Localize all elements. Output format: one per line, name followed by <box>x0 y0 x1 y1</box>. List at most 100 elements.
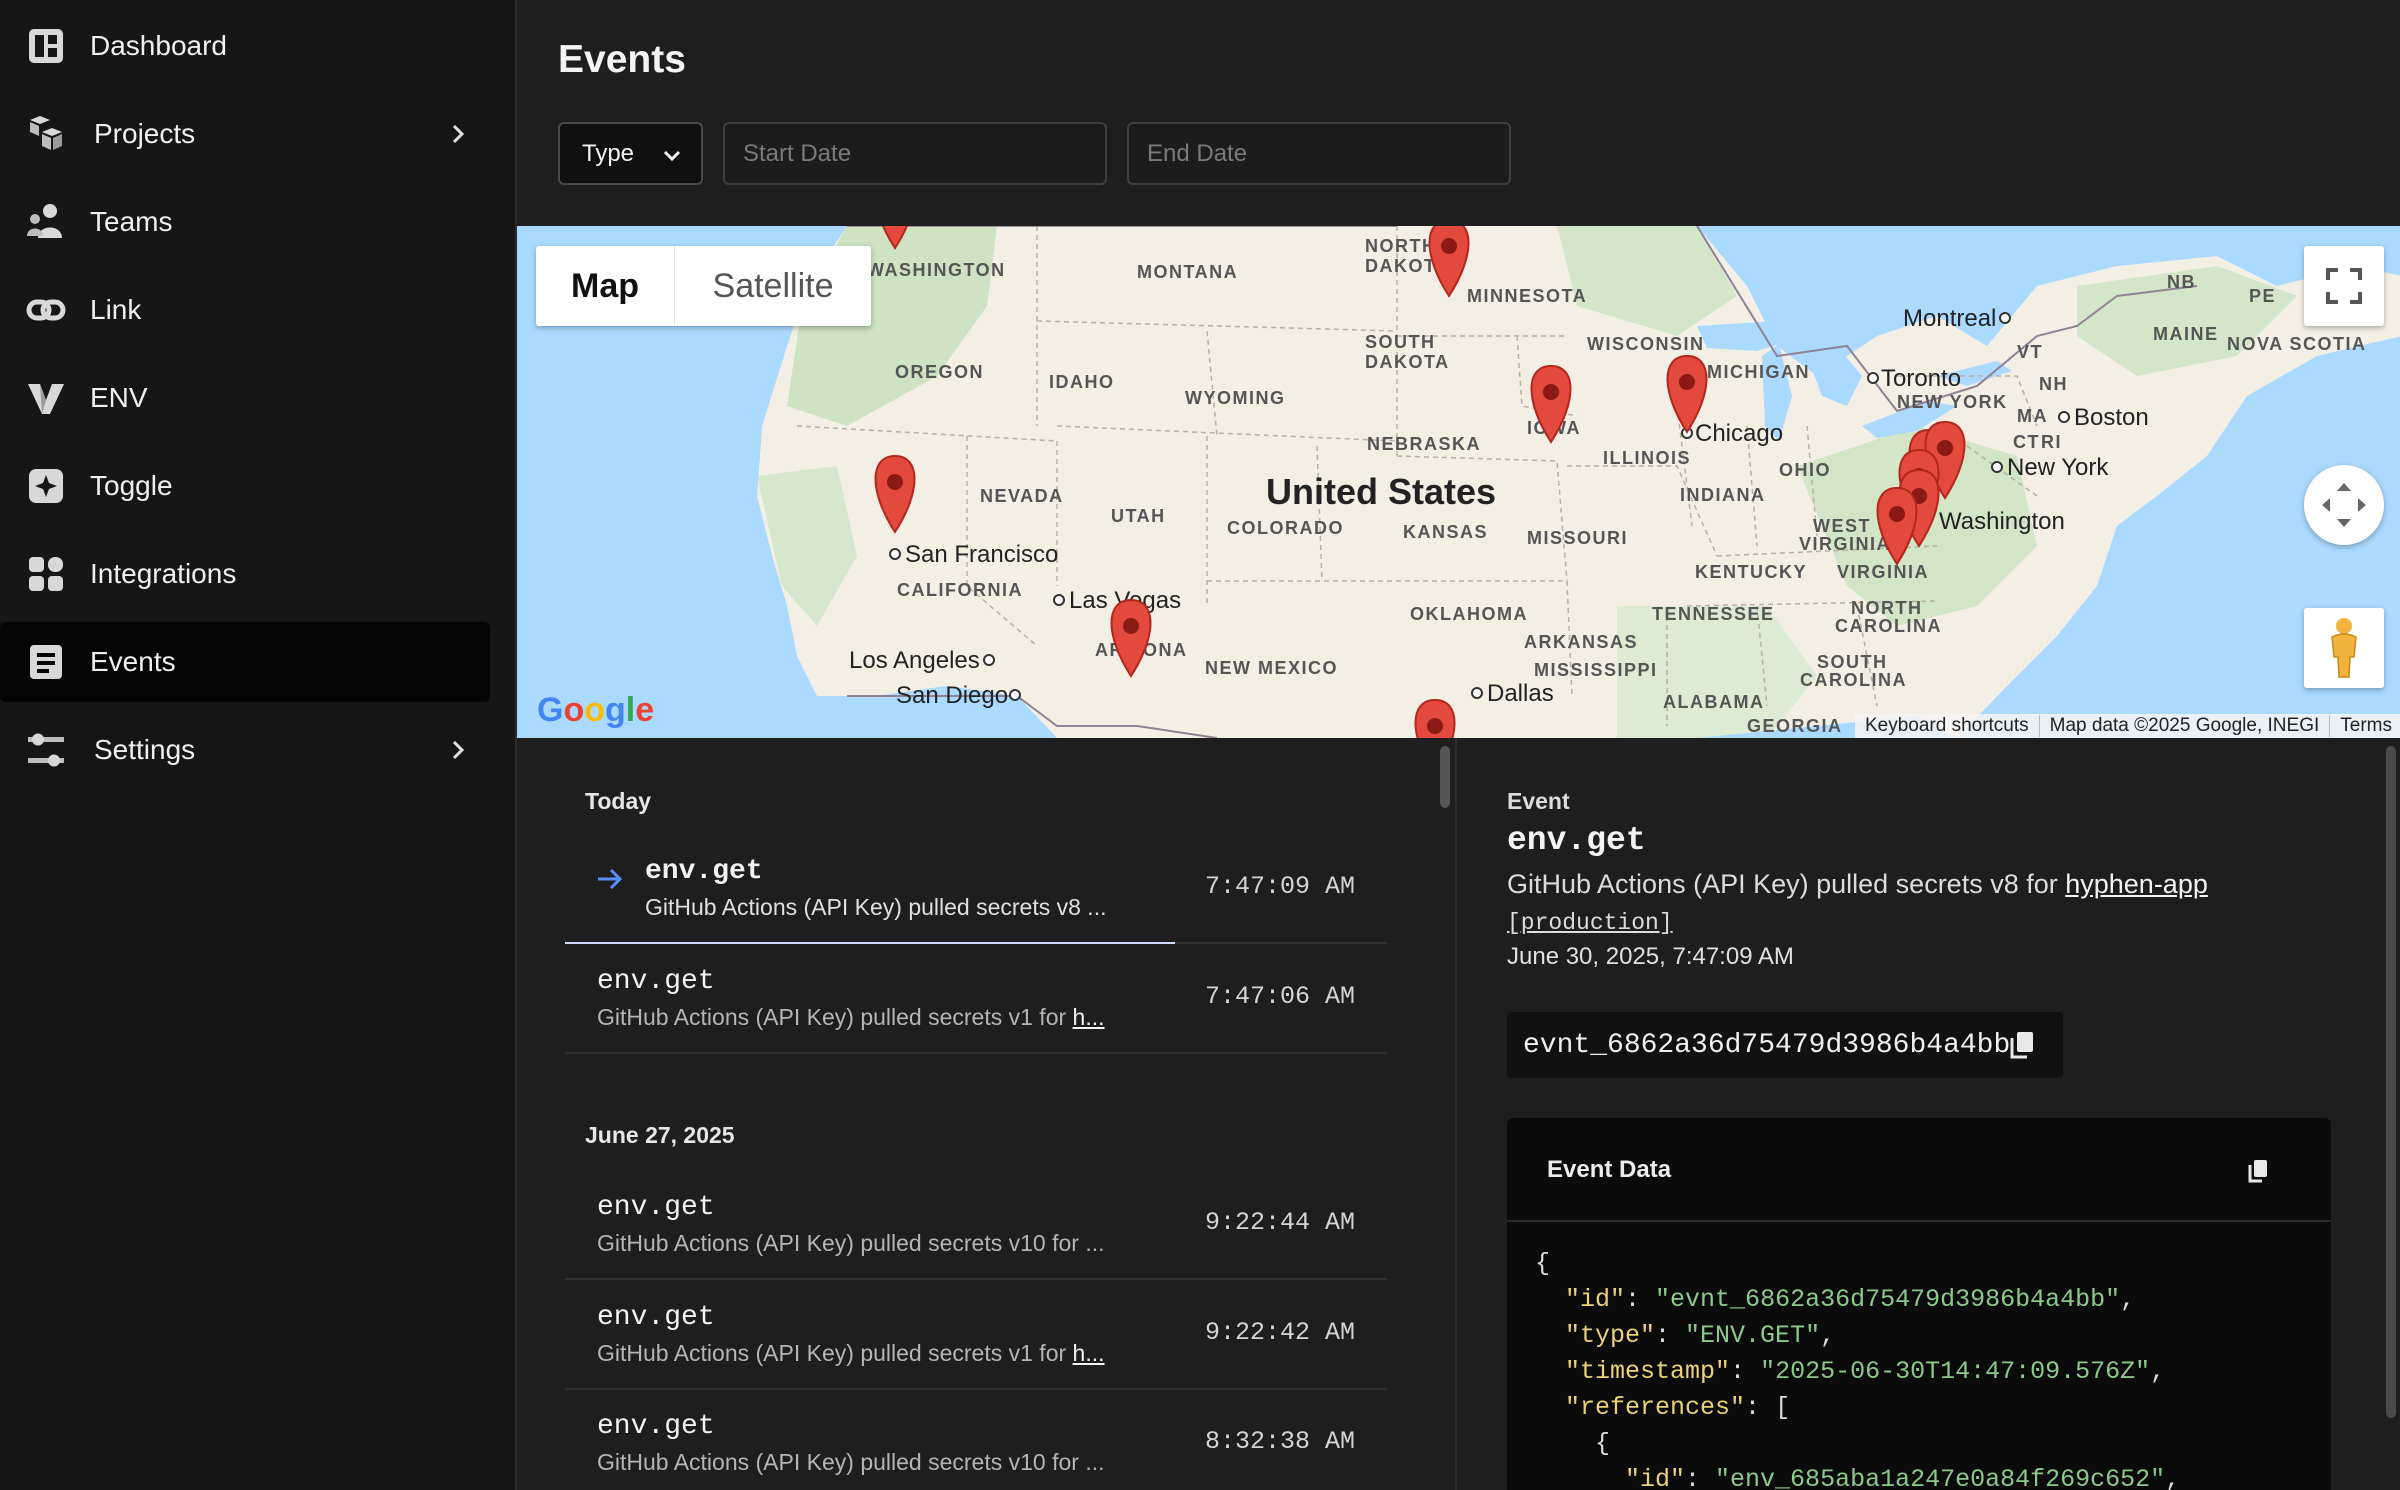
event-description: GitHub Actions (API Key) pulled secrets … <box>597 1230 1105 1256</box>
event-description: GitHub Actions (API Key) pulled secrets … <box>597 1340 1105 1366</box>
fullscreen-button[interactable] <box>2304 246 2384 326</box>
link-icon <box>26 290 66 330</box>
event-row[interactable]: env.get GitHub Actions (API Key) pulled … <box>565 1172 1387 1280</box>
pegman-icon <box>2331 618 2357 678</box>
event-name: env.get <box>597 1411 715 1442</box>
event-row[interactable]: env.get GitHub Actions (API Key) pulled … <box>565 946 1387 1054</box>
svg-text:MISSISSIPPI: MISSISSIPPI <box>1534 660 1658 680</box>
end-date-input[interactable]: End Date <box>1127 122 1511 185</box>
svg-text:IDAHO: IDAHO <box>1049 372 1115 392</box>
sidebar-item-dashboard[interactable]: Dashboard <box>0 6 490 86</box>
fullscreen-icon <box>2326 268 2362 304</box>
start-date-placeholder: Start Date <box>743 139 852 167</box>
copy-icon[interactable] <box>2247 1158 2269 1184</box>
svg-text:OHIO: OHIO <box>1779 460 1831 480</box>
event-data-title: Event Data <box>1547 1156 1672 1183</box>
sidebar-item-projects[interactable]: Projects <box>0 94 490 174</box>
svg-text:NEW MEXICO: NEW MEXICO <box>1205 658 1338 678</box>
detail-event-name: env.get <box>1507 822 1646 859</box>
svg-text:ARKANSAS: ARKANSAS <box>1524 632 1638 652</box>
event-row[interactable]: env.get GitHub Actions (API Key) pulled … <box>565 1282 1387 1390</box>
svg-text:PE: PE <box>2249 286 2276 306</box>
svg-text:NORTH: NORTH <box>1365 236 1437 256</box>
sidebar-item-label: Toggle <box>90 470 173 501</box>
svg-text:INDIANA: INDIANA <box>1680 485 1766 505</box>
svg-text:COLORADO: COLORADO <box>1227 518 1344 538</box>
svg-text:San Francisco: San Francisco <box>905 541 1058 568</box>
type-filter-select[interactable]: Type <box>558 122 703 185</box>
sidebar-item-link[interactable]: Link <box>0 270 490 350</box>
copy-icon[interactable] <box>2009 1030 2035 1060</box>
svg-text:CT: CT <box>2013 432 2040 452</box>
map-attribution: Map data ©2025 Google, INEGI <box>2038 715 2330 737</box>
projects-icon <box>26 114 66 154</box>
map-view-button[interactable]: Map <box>536 246 675 326</box>
event-row-selected[interactable]: env.get GitHub Actions (API Key) pulled … <box>565 836 1387 944</box>
sidebar-item-toggle[interactable]: Toggle <box>0 446 490 526</box>
svg-text:New York: New York <box>2007 454 2109 481</box>
teams-icon <box>26 202 66 242</box>
map-footer: Keyboard shortcuts Map data ©2025 Google… <box>1854 714 2400 738</box>
event-time: 9:22:44 AM <box>1204 1208 1355 1237</box>
sidebar-item-settings[interactable]: Settings <box>0 710 490 790</box>
svg-text:MONTANA: MONTANA <box>1137 262 1238 282</box>
svg-text:NEVADA: NEVADA <box>980 486 1064 506</box>
event-data-header: Event Data <box>1507 1118 2331 1222</box>
event-name: env.get <box>597 1302 715 1333</box>
date-group-label: Today <box>585 788 652 814</box>
sidebar: Dashboard Projects Teams Link ENV Toggle <box>0 0 515 1490</box>
sidebar-item-env[interactable]: ENV <box>0 358 490 438</box>
app-link[interactable]: hyphen-app <box>2065 869 2208 899</box>
street-view-pegman-button[interactable] <box>2304 608 2384 688</box>
start-date-input[interactable]: Start Date <box>723 122 1107 185</box>
events-map[interactable]: WASHINGTON MONTANA NORTH DAKOTA MINNESOT… <box>517 226 2400 738</box>
event-row[interactable]: env.get GitHub Actions (API Key) pulled … <box>565 1391 1387 1490</box>
pan-arrows-icon <box>2322 483 2366 527</box>
event-time: 9:22:42 AM <box>1204 1318 1355 1347</box>
app-link[interactable]: h... <box>1073 1004 1105 1030</box>
sidebar-item-label: Link <box>90 294 142 325</box>
sidebar-item-label: Teams <box>90 206 173 237</box>
env-icon <box>26 378 66 418</box>
svg-text:NEBRASKA: NEBRASKA <box>1367 434 1481 454</box>
svg-text:NH: NH <box>2039 374 2068 394</box>
event-time: 7:47:06 AM <box>1204 982 1355 1011</box>
svg-text:SOUTH: SOUTH <box>1817 652 1888 672</box>
sidebar-item-label: Integrations <box>90 558 237 589</box>
event-data-card: Event Data { "id": "evnt_6862a36d75479d3… <box>1507 1118 2331 1490</box>
svg-text:KENTUCKY: KENTUCKY <box>1695 562 1807 582</box>
svg-text:Toronto: Toronto <box>1881 365 1961 392</box>
svg-text:MICHIGAN: MICHIGAN <box>1707 362 1810 382</box>
detail-event-date: June 30, 2025, 7:47:09 AM <box>1507 943 1794 970</box>
svg-text:KANSAS: KANSAS <box>1403 522 1488 542</box>
svg-text:WASHINGTON: WASHINGTON <box>867 260 1006 280</box>
main-content: Events Type Start Date End Date WASHINGT… <box>515 0 2400 1490</box>
detail-event-description: GitHub Actions (API Key) pulled secrets … <box>1507 869 2208 936</box>
sidebar-item-label: ENV <box>90 382 148 413</box>
svg-text:United States: United States <box>1266 471 1496 512</box>
keyboard-shortcuts-link[interactable]: Keyboard shortcuts <box>1855 715 2039 737</box>
svg-text:CALIFORNIA: CALIFORNIA <box>897 580 1023 600</box>
settings-icon <box>26 730 66 770</box>
page-title: Events <box>558 38 686 81</box>
svg-text:WISCONSIN: WISCONSIN <box>1587 334 1705 354</box>
google-logo: Google <box>537 691 655 729</box>
list-scrollbar[interactable] <box>1440 746 1450 808</box>
svg-text:VIRGINIA: VIRGINIA <box>1837 562 1929 582</box>
sidebar-item-teams[interactable]: Teams <box>0 182 490 262</box>
sidebar-item-events[interactable]: Events <box>0 622 490 702</box>
environment-link[interactable]: [production] <box>1507 910 1673 936</box>
svg-text:MISSOURI: MISSOURI <box>1527 528 1628 548</box>
camera-control-button[interactable] <box>2304 465 2384 545</box>
chevron-down-icon <box>663 150 681 162</box>
svg-text:TENNESSEE: TENNESSEE <box>1652 604 1775 624</box>
satellite-view-button[interactable]: Satellite <box>675 246 871 326</box>
svg-text:MINNESOTA: MINNESOTA <box>1467 286 1587 306</box>
svg-text:SOUTH: SOUTH <box>1365 332 1436 352</box>
terms-link[interactable]: Terms <box>2329 715 2400 737</box>
chevron-right-icon <box>452 124 465 144</box>
app-link[interactable]: h... <box>1073 1340 1105 1366</box>
sidebar-item-integrations[interactable]: Integrations <box>0 534 490 614</box>
event-time: 7:47:09 AM <box>1204 872 1355 901</box>
detail-scrollbar[interactable] <box>2386 746 2396 1418</box>
